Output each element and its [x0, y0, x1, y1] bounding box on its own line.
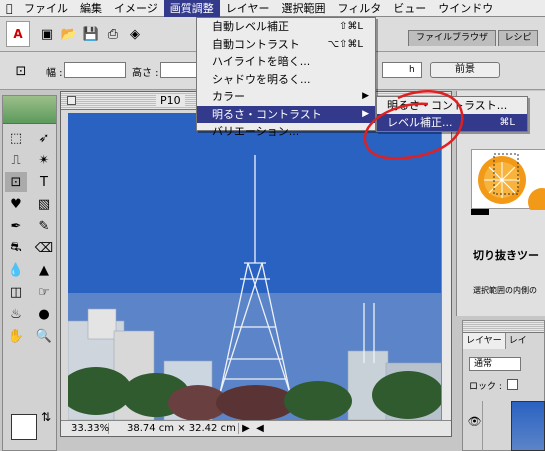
crop-tool-icon[interactable]: ⊡: [12, 62, 30, 80]
shortcut-label: ⇧⌘L: [339, 21, 363, 32]
hint-description: 選択範囲の内側の: [473, 286, 537, 295]
front-image-button[interactable]: 前景: [430, 62, 500, 78]
save-icon[interactable]: 💾: [82, 25, 100, 43]
resolution-unit-select[interactable]: h: [382, 62, 422, 78]
tab-file-browser[interactable]: ファイルブラウザ: [408, 30, 496, 46]
menu-item-label: シャドウを明るく...: [212, 72, 311, 86]
sharpen-tool-icon[interactable]: ▲: [33, 260, 55, 280]
menu-item-brightness-contrast[interactable]: 明るさ・コントラスト ▶: [197, 105, 375, 123]
menu-layer[interactable]: レイヤー: [220, 0, 276, 17]
menu-item-auto-levels[interactable]: 自動レベル補正 ⇧⌘L: [197, 18, 375, 36]
pencil-tool-icon[interactable]: ✎: [33, 216, 55, 236]
document-title: P10: [156, 94, 185, 107]
lasso-tool-icon[interactable]: ⎍: [5, 150, 27, 170]
swap-colors-icon[interactable]: ⇅: [41, 410, 51, 424]
brush-tool-icon[interactable]: ✒: [5, 216, 27, 236]
zoom-tool-icon[interactable]: 🔍: [33, 326, 55, 346]
apple-menu-icon[interactable]: : [0, 0, 18, 17]
menu-file[interactable]: ファイル: [18, 0, 74, 17]
smudge-tool-icon[interactable]: ☞: [33, 282, 55, 302]
open-folder-icon[interactable]: 📂: [60, 25, 78, 43]
shortcut-label: ⌥⇧⌘L: [327, 38, 363, 50]
menu-item-label: 明るさ・コントラスト: [212, 107, 322, 121]
status-bar: 33.33% 38.74 cm × 32.42 cm ▶ ◀: [61, 420, 451, 436]
menu-item-auto-contrast[interactable]: 自動コントラスト ⌥⇧⌘L: [197, 36, 375, 54]
hint-title: 切り抜きツー: [473, 249, 539, 262]
stamp-tool-icon[interactable]: ♨: [5, 304, 27, 324]
lock-label: ロック :: [469, 382, 502, 392]
orange-slice-icon: [478, 153, 545, 216]
menu-adjust[interactable]: 画質調整: [163, 0, 220, 17]
scroll-left-icon[interactable]: ◀: [253, 423, 267, 434]
status-arrow-icon[interactable]: ▶: [239, 423, 253, 434]
crop-tool-icon[interactable]: ⊡: [5, 172, 27, 192]
layers-titlebar[interactable]: [463, 321, 544, 333]
red-eye-tool-icon[interactable]: ●: [33, 304, 55, 324]
menu-filter[interactable]: フィルタ: [331, 0, 387, 17]
menu-item-label: 自動レベル補正: [212, 20, 289, 33]
adjust-dropdown-menu: 自動レベル補正 ⇧⌘L 自動コントラスト ⌥⇧⌘L ハイライトを暗く... シャドウ…: [196, 17, 376, 138]
layer-thumbnail[interactable]: [511, 401, 545, 451]
move-tool-icon[interactable]: ➶: [33, 128, 55, 148]
new-file-icon[interactable]: ▣: [38, 25, 56, 43]
heart-shape-tool-icon[interactable]: ♥: [5, 194, 27, 214]
web-icon[interactable]: ◈: [126, 25, 144, 43]
lock-transparency-checkbox[interactable]: [507, 379, 518, 390]
background-color-swatch[interactable]: [11, 414, 37, 440]
menu-edit[interactable]: 編集: [74, 0, 108, 17]
height-field[interactable]: [160, 62, 200, 78]
zoom-level[interactable]: 33.33%: [61, 423, 109, 434]
menu-view[interactable]: ビュー: [387, 0, 432, 17]
height-label: 高さ :: [132, 68, 159, 79]
tab-recipe[interactable]: レシピ: [498, 30, 538, 46]
layers-palette: レイヤー レイ 通常 ロック : 👁: [462, 320, 545, 451]
menu-item-label: バリエーション...: [212, 125, 300, 138]
marquee-tool-icon[interactable]: ⬚: [5, 128, 27, 148]
magic-wand-tool-icon[interactable]: ✴: [33, 150, 55, 170]
print-icon[interactable]: ⎙: [104, 25, 122, 43]
hint-bar: [471, 209, 489, 215]
menu-item-label: ハイライトを暗く...: [212, 55, 311, 68]
crop-hint-image: [471, 149, 545, 216]
width-field[interactable]: [64, 62, 126, 78]
eraser-tool-icon[interactable]: ⌫: [33, 238, 55, 258]
shortcut-label: ⌘L: [499, 117, 515, 128]
close-box-icon[interactable]: [67, 96, 76, 105]
toolbox-header-eye-icon: [3, 96, 56, 124]
width-label: 幅 :: [46, 68, 63, 79]
blend-mode-select[interactable]: 通常: [469, 357, 521, 371]
gradient-tool-icon[interactable]: ▧: [33, 194, 55, 214]
blur-tool-icon[interactable]: 💧: [5, 260, 27, 280]
tab-layers[interactable]: レイヤー: [463, 333, 506, 349]
menu-bar:  ファイル 編集 イメージ 画質調整 レイヤー 選択範囲 フィルタ ビュー ウ…: [0, 0, 545, 17]
menu-item-darken-highlights[interactable]: ハイライトを暗く...: [197, 53, 375, 71]
menu-item-color[interactable]: カラー ▶: [197, 88, 375, 106]
type-tool-icon[interactable]: T: [33, 172, 55, 192]
document-size: 38.74 cm × 32.42 cm: [109, 423, 239, 434]
menu-window[interactable]: ウインドウ: [432, 0, 499, 17]
adobe-logo-icon[interactable]: A: [6, 21, 30, 47]
toolbox: ⬚ ➶ ⎍ ✴ ⊡ T ♥ ▧ ✒ ✎ ⛐ ⌫ 💧 ▲ ◫ ☞ ♨ ● ✋ 🔍 …: [2, 95, 57, 451]
tab-layers-2[interactable]: レイ: [506, 333, 530, 349]
hand-tool-icon[interactable]: ✋: [5, 326, 27, 346]
layer-visibility-eye-icon[interactable]: 👁: [467, 401, 483, 451]
menu-item-variations[interactable]: バリエーション...: [197, 123, 375, 141]
sponge-tool-icon[interactable]: ◫: [5, 282, 27, 302]
red-annotation-circle: [363, 90, 464, 160]
menu-item-label: カラー: [212, 90, 245, 103]
menu-item-label: 自動コントラスト: [212, 37, 300, 51]
paint-bucket-tool-icon[interactable]: ⛐: [5, 238, 27, 258]
menu-select[interactable]: 選択範囲: [275, 0, 331, 17]
menu-image[interactable]: イメージ: [108, 0, 164, 17]
menu-item-lighten-shadows[interactable]: シャドウを明るく...: [197, 71, 375, 89]
